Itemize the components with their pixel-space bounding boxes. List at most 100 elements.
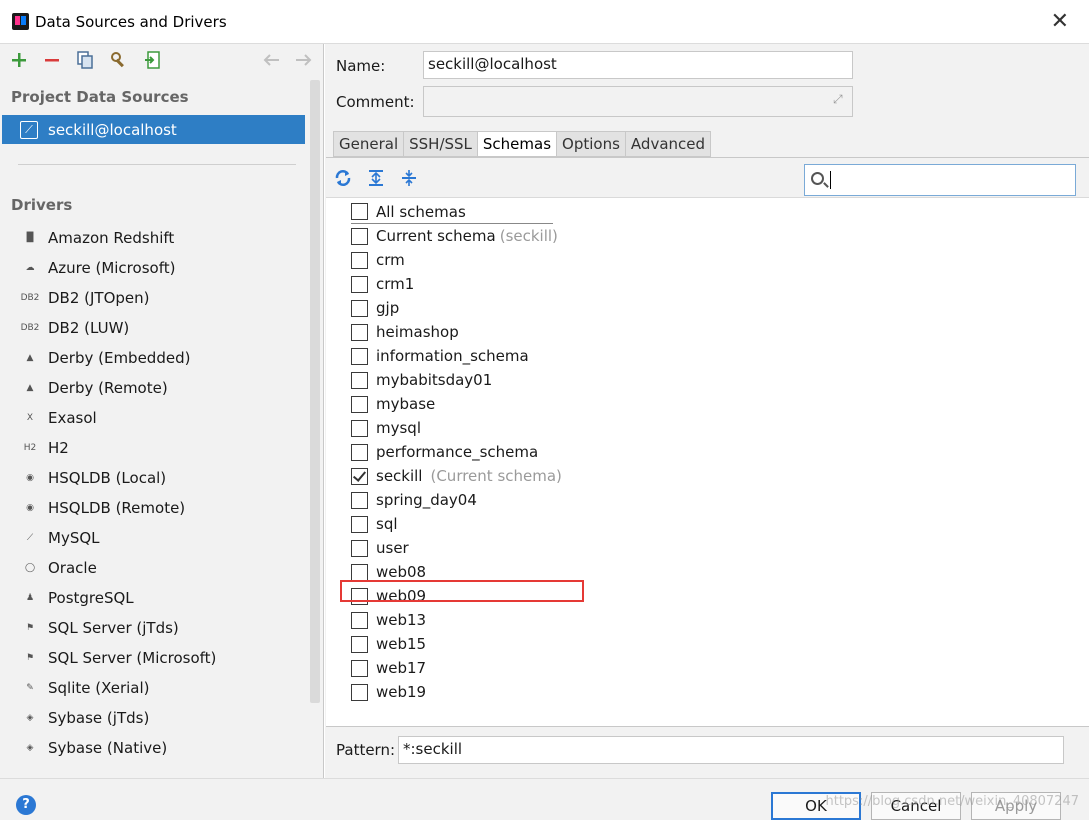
pattern-label: Pattern:: [336, 741, 396, 759]
schema-row[interactable]: crm1: [351, 272, 562, 296]
schema-name: mybabitsday01: [376, 371, 493, 389]
driver-item[interactable]: ⟋ MySQL: [0, 523, 308, 553]
tab-ssh-ssl[interactable]: SSH/SSL: [403, 131, 477, 157]
driver-item[interactable]: DB2 DB2 (LUW): [0, 313, 308, 343]
schema-name: seckill: [376, 467, 423, 485]
checkbox[interactable]: [351, 467, 368, 485]
driver-label: SQL Server (Microsoft): [48, 649, 217, 667]
checkbox[interactable]: [351, 563, 368, 581]
checkbox[interactable]: [351, 275, 368, 293]
driver-item[interactable]: H2 H2: [0, 433, 308, 463]
close-icon[interactable]: ✕: [1051, 9, 1069, 34]
apply-button[interactable]: Apply: [971, 792, 1061, 820]
checkbox[interactable]: [351, 347, 368, 365]
schema-row[interactable]: mysql: [351, 416, 562, 440]
schema-search-input[interactable]: [804, 164, 1076, 196]
driver-item[interactable]: X Exasol: [0, 403, 308, 433]
add-icon[interactable]: [9, 50, 29, 70]
oracle-icon: ◯: [24, 563, 36, 573]
driver-item[interactable]: ☁ Azure (Microsoft): [0, 253, 308, 283]
driver-item[interactable]: ◈ Sybase (Native): [0, 733, 308, 763]
driver-item[interactable]: ◉ HSQLDB (Local): [0, 463, 308, 493]
right-panel: Name: seckill@localhost Comment: ⤢ Gener…: [325, 44, 1089, 778]
driver-item[interactable]: DB2 DB2 (JTOpen): [0, 283, 308, 313]
refresh-icon[interactable]: [333, 168, 353, 188]
schema-row[interactable]: mybabitsday01: [351, 368, 562, 392]
checkbox[interactable]: [351, 203, 368, 220]
schema-row[interactable]: information_schema: [351, 344, 562, 368]
forward-arrow-icon[interactable]: [294, 50, 314, 70]
tab-schemas[interactable]: Schemas: [476, 131, 557, 157]
driver-item[interactable]: ♟ PostgreSQL: [0, 583, 308, 613]
schema-row[interactable]: web17: [351, 656, 562, 680]
driver-item[interactable]: ◈ Sybase (jTds): [0, 703, 308, 733]
checkbox[interactable]: [351, 227, 368, 245]
checkbox[interactable]: [351, 443, 368, 461]
driver-item[interactable]: ▲ Derby (Embedded): [0, 343, 308, 373]
schema-name: web17: [376, 659, 427, 677]
schema-name: mysql: [376, 419, 421, 437]
checkbox[interactable]: [351, 299, 368, 317]
schema-row[interactable]: gjp: [351, 296, 562, 320]
checkbox[interactable]: [351, 251, 368, 269]
data-source-item-seckill[interactable]: ⟋ seckill@localhost: [2, 115, 305, 144]
settings-wrench-icon[interactable]: [109, 50, 129, 70]
schema-row[interactable]: web19: [351, 680, 562, 704]
checkbox[interactable]: [351, 371, 368, 389]
schema-row[interactable]: crm: [351, 248, 562, 272]
tab-advanced[interactable]: Advanced: [624, 131, 712, 157]
driver-item[interactable]: ✎ Sqlite (Xerial): [0, 673, 308, 703]
back-arrow-icon[interactable]: [261, 50, 281, 70]
comment-field[interactable]: [423, 86, 853, 117]
checkbox[interactable]: [351, 635, 368, 653]
driver-item[interactable]: ⚑ SQL Server (jTds): [0, 613, 308, 643]
schema-row[interactable]: seckill (Current schema): [351, 464, 562, 488]
all-schemas-row[interactable]: All schemas: [351, 200, 553, 224]
schema-row[interactable]: web15: [351, 632, 562, 656]
help-icon[interactable]: ?: [16, 795, 36, 815]
driver-label: H2: [48, 439, 69, 457]
import-icon[interactable]: [142, 50, 162, 70]
sidebar-scrollbar[interactable]: [310, 80, 320, 703]
comment-label: Comment:: [336, 93, 415, 111]
checkbox[interactable]: [351, 491, 368, 509]
driver-item[interactable]: ◯ Oracle: [0, 553, 308, 583]
driver-label: DB2 (JTOpen): [48, 289, 150, 307]
schema-row[interactable]: sql: [351, 512, 562, 536]
checkbox[interactable]: [351, 323, 368, 341]
checkbox[interactable]: [351, 659, 368, 677]
remove-icon[interactable]: [42, 50, 62, 70]
expand-all-icon[interactable]: [366, 168, 386, 188]
driver-item[interactable]: ◉ HSQLDB (Remote): [0, 493, 308, 523]
checkbox[interactable]: [351, 683, 368, 701]
checkbox[interactable]: [351, 419, 368, 437]
copy-icon[interactable]: [75, 50, 95, 70]
collapse-all-icon[interactable]: [399, 168, 419, 188]
schema-row[interactable]: heimashop: [351, 320, 562, 344]
ok-button[interactable]: OK: [771, 792, 861, 820]
checkbox[interactable]: [351, 395, 368, 413]
checkbox[interactable]: [351, 611, 368, 629]
schema-row[interactable]: performance_schema: [351, 440, 562, 464]
name-field[interactable]: seckill@localhost: [423, 51, 853, 79]
schema-row[interactable]: web13: [351, 608, 562, 632]
driver-label: SQL Server (jTds): [48, 619, 179, 637]
ibm-db2-icon: DB2: [20, 323, 40, 333]
schema-row[interactable]: user: [351, 536, 562, 560]
driver-item[interactable]: ▐▌ Amazon Redshift: [0, 223, 308, 253]
pattern-field[interactable]: *:seckill: [398, 736, 1064, 764]
schema-name: information_schema: [376, 347, 529, 365]
checkbox[interactable]: [351, 515, 368, 533]
schema-row[interactable]: mybase: [351, 392, 562, 416]
driver-item[interactable]: ⚑ SQL Server (Microsoft): [0, 643, 308, 673]
drivers-header: Drivers: [11, 196, 73, 214]
cancel-button[interactable]: Cancel: [871, 792, 961, 820]
schema-row[interactable]: spring_day04: [351, 488, 562, 512]
button-bar: ? OK Cancel Apply https://blog.csdn.net/…: [0, 778, 1089, 820]
tab-options[interactable]: Options: [556, 131, 625, 157]
tab-general[interactable]: General: [333, 131, 404, 157]
current-schema-row[interactable]: Current schema (seckill): [351, 224, 562, 248]
expand-icon[interactable]: ⤢: [833, 92, 843, 107]
driver-item[interactable]: ▲ Derby (Remote): [0, 373, 308, 403]
checkbox[interactable]: [351, 539, 368, 557]
